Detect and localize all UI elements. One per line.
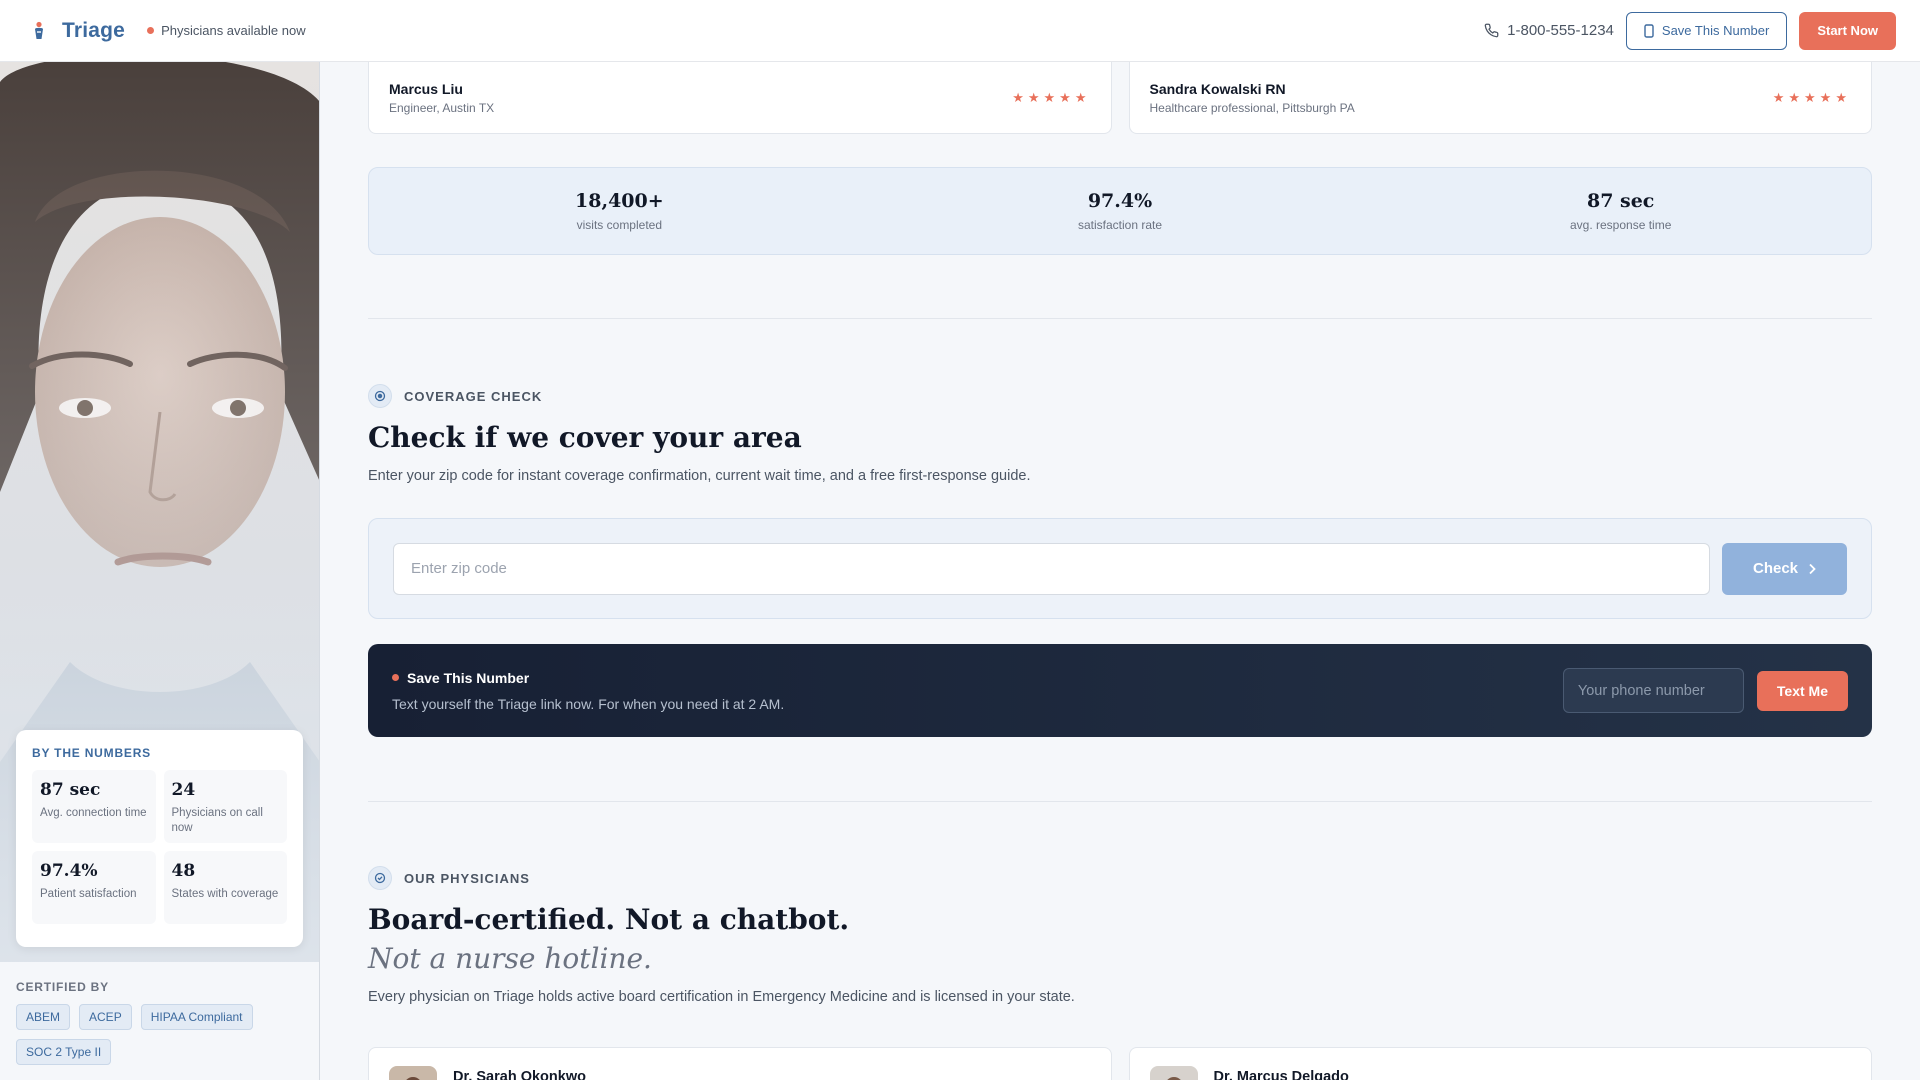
testimonial-name: Marcus Liu <box>389 80 463 97</box>
top-header: Triage Physicians available now 1-800-55… <box>0 0 1920 62</box>
check-badge-icon <box>368 866 392 890</box>
text-me-button[interactable]: Text Me <box>1756 670 1848 711</box>
physicians-eyebrow: OUR PHYSICIANS <box>404 870 530 886</box>
metrics-strip: 18,400+ visits completed 97.4% satisfact… <box>368 167 1872 255</box>
metric-satisfaction: 97.4% satisfaction rate <box>870 190 1371 232</box>
phone-number-input[interactable] <box>1562 668 1744 713</box>
chevron-right-icon <box>1809 563 1816 574</box>
cert-chip-hipaa: HIPAA Compliant <box>140 1004 253 1030</box>
stat-states-coverage: 48 States with coverage <box>163 851 287 924</box>
check-button[interactable]: Check <box>1722 542 1847 595</box>
metric-visits: 18,400+ visits completed <box>369 190 870 232</box>
save-number-panel: Save This Number Text yourself the Triag… <box>368 644 1872 737</box>
physicians-title-italic: Not a nurse hotline. <box>368 942 652 975</box>
physician-card[interactable]: Dr. Marcus Delgado <box>1128 1047 1872 1080</box>
metric-value: 97.4% <box>1087 190 1153 212</box>
save-number-label: Save This Number <box>1661 23 1770 38</box>
stat-value: 48 <box>171 861 196 881</box>
stat-patient-satisfaction: 97.4% Patient satisfaction <box>32 851 156 924</box>
physician-card[interactable]: Dr. Sarah Okonkwo <box>368 1047 1112 1080</box>
physician-avatar <box>389 1066 437 1080</box>
save-number-button[interactable]: Save This Number <box>1625 11 1788 50</box>
testimonials-row: Marcus Liu Engineer, Austin TX ★★★★★ San… <box>368 62 1872 134</box>
stat-label: States with coverage <box>171 888 279 900</box>
zip-check-panel: Check <box>368 518 1872 619</box>
phone-icon <box>1484 23 1499 38</box>
location-target-icon <box>368 384 392 408</box>
zip-code-input[interactable] <box>393 542 1710 595</box>
certified-by-section: CERTIFIED BY ABEM ACEP HIPAA Compliant S… <box>16 980 306 1065</box>
physician-name: Dr. Marcus Delgado <box>1213 1069 1349 1080</box>
phone-number: 1-800-555-1234 <box>1507 22 1614 39</box>
physicians-lead: Every physician on Triage holds active b… <box>368 989 1075 1005</box>
testimonial-card: Sandra Kowalski RN Healthcare profession… <box>1128 62 1872 134</box>
save-panel-subtitle: Text yourself the Triage link now. For w… <box>392 695 785 712</box>
start-now-button[interactable]: Start Now <box>1799 11 1896 50</box>
save-panel-title: Save This Number <box>407 669 530 686</box>
stat-label: Patient satisfaction <box>40 888 137 900</box>
stat-label: Physicians on call now <box>171 807 263 834</box>
metric-response-time: 87 sec avg. response time <box>1370 190 1871 232</box>
cert-chip-soc2: SOC 2 Type II <box>16 1039 112 1065</box>
left-sidebar: BY THE NUMBERS 87 sec Avg. connection ti… <box>0 62 320 1080</box>
physician-cards-row: Dr. Sarah Okonkwo Dr. Marcus Delgado <box>368 1047 1872 1080</box>
metric-value: 18,400+ <box>575 190 664 212</box>
section-divider <box>368 801 1872 802</box>
cert-chip-acep: ACEP <box>79 1004 132 1030</box>
stat-value: 97.4% <box>40 861 98 881</box>
testimonial-role: Healthcare professional, Pittsburgh PA <box>1149 100 1355 115</box>
check-label: Check <box>1752 560 1799 577</box>
cert-chip-abem: ABEM <box>16 1004 71 1030</box>
metric-label: avg. response time <box>1569 218 1672 232</box>
save-dot <box>392 674 399 681</box>
certified-title: CERTIFIED BY <box>16 980 109 994</box>
mobile-icon <box>1644 23 1654 38</box>
brand-name[interactable]: Triage <box>62 19 125 43</box>
stats-title: BY THE NUMBERS <box>32 746 151 760</box>
metric-value: 87 sec <box>1586 190 1655 212</box>
availability-status: Physicians available now <box>161 23 306 38</box>
logo-icon[interactable] <box>30 20 48 42</box>
testimonial-role: Engineer, Austin TX <box>389 100 495 115</box>
stat-value: 24 <box>171 780 196 800</box>
phone-link[interactable]: 1-800-555-1234 <box>1484 22 1614 39</box>
stat-label: Avg. connection time <box>40 807 147 819</box>
stat-value: 87 sec <box>40 780 101 800</box>
stat-physicians-on-call: 24 Physicians on call now <box>163 770 287 843</box>
coverage-eyebrow: COVERAGE CHECK <box>404 388 543 404</box>
testimonial-card: Marcus Liu Engineer, Austin TX ★★★★★ <box>368 62 1112 134</box>
metric-label: visits completed <box>576 218 663 232</box>
star-rating: ★★★★★ <box>1772 89 1851 105</box>
metric-label: satisfaction rate <box>1077 218 1163 232</box>
physician-name: Dr. Sarah Okonkwo <box>453 1069 586 1080</box>
coverage-check-section: COVERAGE CHECK Check if we cover your ar… <box>368 384 1872 737</box>
stat-connection-time: 87 sec Avg. connection time <box>32 770 156 843</box>
section-divider <box>368 318 1872 319</box>
physician-avatar <box>1149 1066 1198 1080</box>
physicians-title: Board-certified. Not a chatbot. <box>368 903 850 936</box>
availability-dot <box>147 27 155 34</box>
main-content: Marcus Liu Engineer, Austin TX ★★★★★ San… <box>368 62 1872 1080</box>
star-rating: ★★★★★ <box>1012 89 1091 105</box>
our-physicians-section: OUR PHYSICIANS Board-certified. Not a ch… <box>368 866 1872 1080</box>
by-the-numbers-card: BY THE NUMBERS 87 sec Avg. connection ti… <box>16 730 303 947</box>
coverage-title: Check if we cover your area <box>368 421 802 454</box>
coverage-lead: Enter your zip code for instant coverage… <box>368 468 1031 484</box>
testimonial-name: Sandra Kowalski RN <box>1149 80 1286 97</box>
